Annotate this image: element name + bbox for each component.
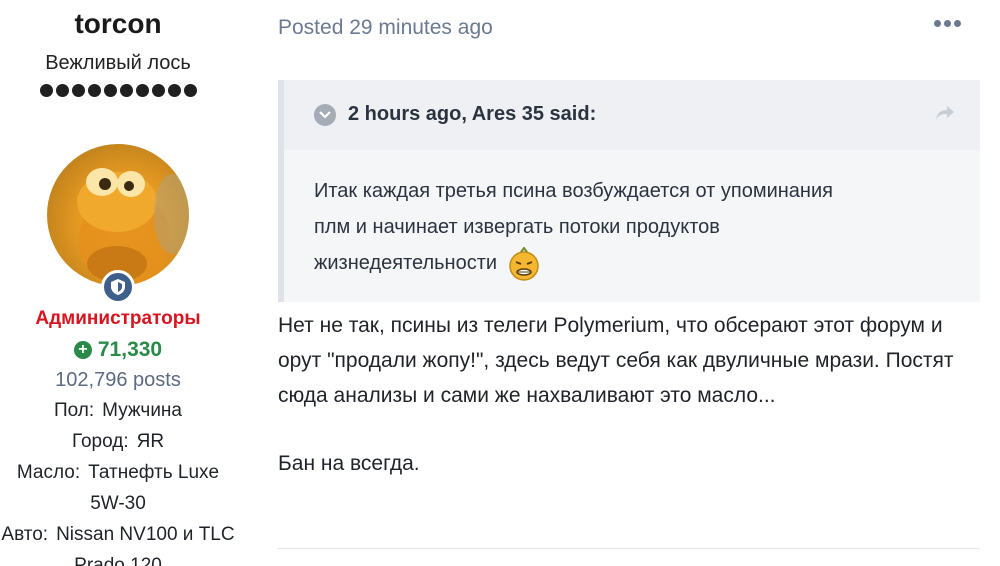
post-paragraph: Нет не так, псины из телеги Polymerium, …: [278, 314, 954, 407]
quote-header[interactable]: 2 hours ago, Ares 35 said:: [284, 80, 980, 150]
quote-line: Итак каждая третья псина возбуждается от…: [314, 180, 833, 202]
field-car: Авто: Nissan NV100 и TLC: [0, 524, 236, 546]
field-value: Мужчина: [102, 400, 182, 421]
author-title: Вежливый лось: [45, 52, 191, 74]
more-options-icon[interactable]: [934, 20, 961, 27]
rank-pip: [183, 84, 197, 97]
field-value: Prado 120: [74, 555, 162, 566]
rank-pip: [151, 84, 165, 97]
avatar[interactable]: [47, 144, 189, 286]
field-gender: Пол: Мужчина: [0, 400, 236, 422]
rank-pip: [71, 84, 85, 97]
rank-pip: [55, 84, 69, 97]
shield-badge-icon: [101, 270, 135, 304]
author-panel: torcon Вежливый лось Администраторы + 71…: [0, 0, 236, 566]
post-paragraph: Бан на всегда.: [278, 452, 420, 475]
rank-pip: [39, 84, 53, 97]
field-oil-continued: 5W-30: [0, 493, 236, 515]
field-key: Масло:: [16, 462, 81, 483]
rank-pips: [0, 84, 236, 97]
post-timestamp[interactable]: Posted 29 minutes ago: [278, 16, 493, 40]
field-value: 5W-30: [90, 493, 146, 514]
field-key: Город:: [71, 431, 129, 452]
field-value: ЯR: [136, 431, 165, 452]
emoji-icon: [507, 246, 541, 281]
post-body: Нет не так, псины из телеги Polymerium, …: [278, 308, 988, 481]
user-group: Администраторы: [35, 308, 201, 329]
rank-pip: [135, 84, 149, 97]
field-oil: Масло: Татнефть Luxe: [0, 462, 236, 484]
rank-pip: [87, 84, 101, 97]
quote-citation[interactable]: 2 hours ago, Ares 35 said:: [348, 103, 596, 126]
field-key: Пол:: [54, 400, 95, 421]
field-city: Город: ЯR: [0, 431, 236, 453]
divider: [278, 548, 980, 549]
post-count: 102,796 posts: [55, 369, 181, 391]
quote-line: плм и начинает извергать потоки продукто…: [314, 216, 720, 238]
quote-text: Итак каждая третья псина возбуждается от…: [314, 173, 954, 281]
field-key: Авто:: [1, 524, 49, 545]
author-name[interactable]: torcon: [0, 8, 236, 40]
chevron-down-icon[interactable]: [314, 104, 336, 126]
quote-line: жизнедеятельности: [314, 252, 498, 274]
rank-pip: [167, 84, 181, 97]
quote-block: 2 hours ago, Ares 35 said: Итак каждая т…: [278, 80, 980, 302]
field-value: Nissan NV100 и TLC: [56, 524, 235, 545]
avatar-image: [77, 168, 189, 286]
rank-pip: [119, 84, 133, 97]
reputation: + 71,330: [0, 338, 236, 362]
field-car-continued: Prado 120: [0, 555, 236, 566]
share-arrow-icon[interactable]: [934, 104, 956, 127]
rank-pip: [103, 84, 117, 97]
quote-line-last: жизнедеятельности: [314, 245, 954, 281]
field-value: Татнефть Luxe: [88, 462, 220, 483]
reputation-value: 71,330: [97, 338, 163, 361]
reputation-plus-icon: +: [73, 341, 92, 359]
